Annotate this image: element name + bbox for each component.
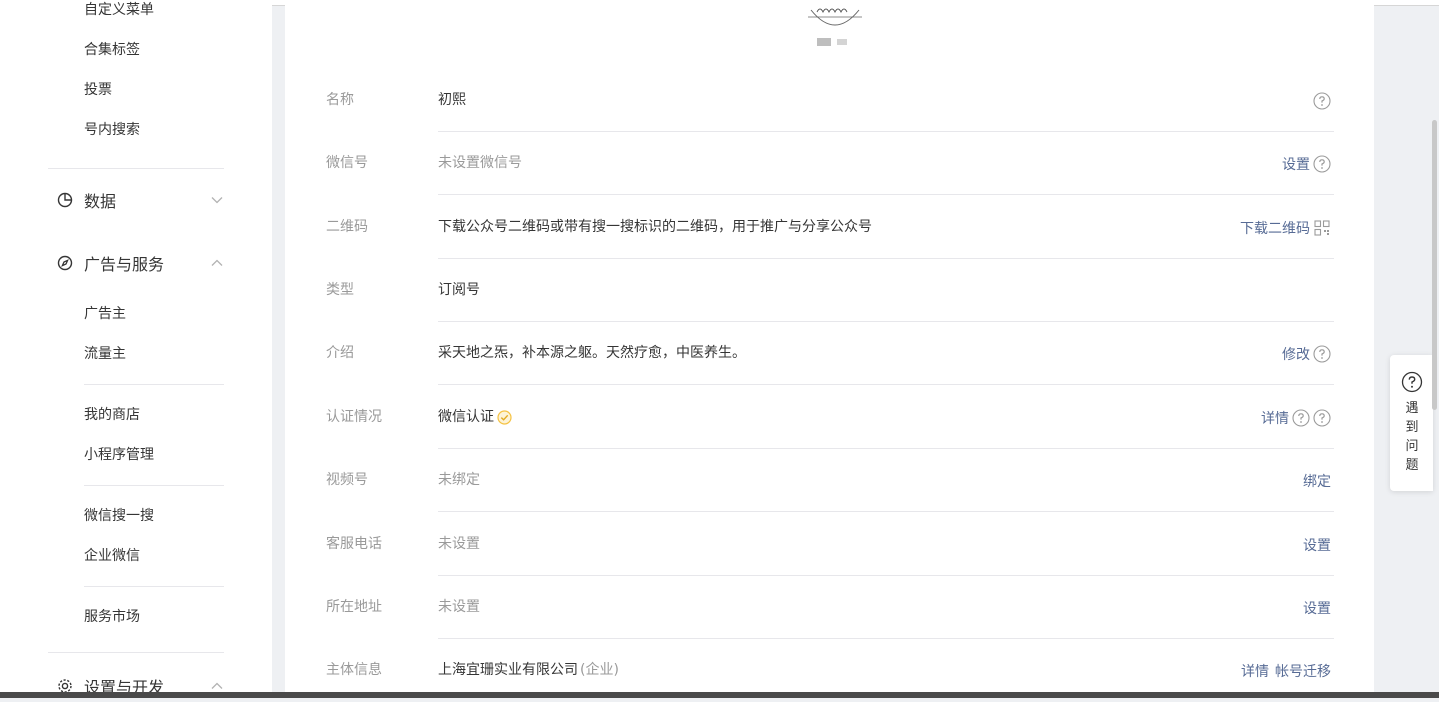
- sidebar-item-wechat-search[interactable]: 微信搜一搜: [84, 506, 154, 526]
- info-row-verification: 认证情况 微信认证 详情: [285, 386, 1374, 449]
- sidebar-divider: [48, 168, 224, 169]
- pie-chart-icon: [56, 191, 74, 209]
- sidebar-divider: [84, 586, 224, 587]
- account-logo: [805, 0, 865, 52]
- bind-channels-link[interactable]: 绑定: [1303, 471, 1331, 491]
- row-label: 介绍: [326, 345, 354, 361]
- help-widget[interactable]: 遇到问题: [1390, 355, 1433, 491]
- row-label: 微信号: [326, 155, 368, 171]
- row-value: 未设置: [438, 599, 480, 615]
- row-label: 类型: [326, 282, 354, 298]
- question-circle-icon[interactable]: [1313, 344, 1331, 363]
- sidebar-item-vote[interactable]: 投票: [84, 80, 112, 100]
- sidebar-divider: [84, 485, 224, 486]
- sidebar-item-collection-tags[interactable]: 合集标签: [84, 40, 140, 60]
- info-row-wechat-id: 微信号 未设置微信号 设置: [285, 132, 1374, 195]
- info-row-address: 所在地址 未设置 设置: [285, 576, 1374, 639]
- info-row-channels: 视频号 未绑定 绑定: [285, 449, 1374, 512]
- row-value: 订阅号: [438, 282, 480, 298]
- compass-icon: [56, 254, 74, 272]
- sidebar-divider: [48, 652, 224, 653]
- sidebar-item-my-store[interactable]: 我的商店: [84, 405, 140, 425]
- help-label: 遇到问题: [1405, 401, 1419, 473]
- sidebar-item-in-account-search[interactable]: 号内搜索: [84, 120, 140, 140]
- sidebar-item-publisher[interactable]: 流量主: [84, 344, 126, 364]
- row-label: 客服电话: [326, 536, 382, 552]
- row-value: 未设置微信号: [438, 155, 522, 171]
- info-row-name: 名称 初熙: [285, 69, 1374, 132]
- page-scrollbar[interactable]: [1432, 120, 1437, 410]
- chevron-up-icon: [210, 679, 224, 693]
- info-row-intro: 介绍 采天地之炁，补本源之躯。天然疗愈，中医养生。 修改: [285, 322, 1374, 385]
- sidebar-item-wecom[interactable]: 企业微信: [84, 546, 140, 566]
- row-value: 下载公众号二维码或带有搜一搜标识的二维码，用于推广与分享公众号: [438, 219, 872, 235]
- row-label: 所在地址: [326, 599, 382, 615]
- row-divider: [438, 511, 1334, 512]
- row-divider: [438, 384, 1334, 385]
- entity-details-link[interactable]: 详情: [1241, 661, 1269, 681]
- sidebar-divider: [84, 384, 224, 385]
- chevron-up-icon: [210, 256, 224, 270]
- sidebar-item-custom-menu[interactable]: 自定义菜单: [84, 0, 154, 20]
- row-value: 未设置: [438, 536, 480, 552]
- set-address-link[interactable]: 设置: [1303, 598, 1331, 618]
- row-value: 微信认证: [438, 409, 494, 425]
- qrcode-icon[interactable]: [1313, 219, 1331, 237]
- info-row-service-phone: 客服电话 未设置 设置: [285, 513, 1374, 576]
- sidebar-item-service-market[interactable]: 服务市场: [84, 607, 140, 627]
- verified-check-icon: [497, 410, 512, 425]
- question-circle-icon[interactable]: [1313, 408, 1331, 427]
- sidebar-group-label: 广告与服务: [84, 255, 165, 274]
- row-value: 采天地之炁，补本源之躯。天然疗愈，中医养生。: [438, 345, 746, 361]
- edit-intro-link[interactable]: 修改: [1282, 344, 1310, 364]
- info-row-qrcode: 二维码 下载公众号二维码或带有搜一搜标识的二维码，用于推广与分享公众号 下载二维…: [285, 196, 1374, 259]
- sidebar-group-label: 数据: [84, 192, 117, 211]
- question-circle-icon[interactable]: [1313, 154, 1331, 173]
- window-bottom-edge: [0, 692, 1439, 698]
- row-label: 二维码: [326, 219, 368, 235]
- row-label: 名称: [326, 92, 354, 108]
- info-row-type: 类型 订阅号: [285, 259, 1374, 322]
- row-divider: [438, 194, 1334, 195]
- sidebar-group-ads-services[interactable]: 广告与服务: [56, 251, 224, 275]
- sidebar-group-data[interactable]: 数据: [56, 188, 224, 212]
- sidebar-item-mini-program[interactable]: 小程序管理: [84, 445, 154, 465]
- row-value: 初熙: [438, 92, 466, 108]
- set-phone-link[interactable]: 设置: [1303, 535, 1331, 555]
- row-value-wrap: 微信认证: [438, 386, 512, 449]
- row-label: 认证情况: [326, 409, 382, 425]
- sidebar: 自定义菜单 合集标签 投票 号内搜索 数据 广告与服务 广告主 流量主 我的商店…: [0, 0, 272, 698]
- sidebar-item-advertiser[interactable]: 广告主: [84, 304, 126, 324]
- set-wechat-id-link[interactable]: 设置: [1282, 154, 1310, 174]
- account-migration-link[interactable]: 帐号迁移: [1275, 661, 1331, 681]
- download-qrcode-link[interactable]: 下载二维码: [1240, 218, 1310, 238]
- chevron-down-icon: [210, 193, 224, 207]
- row-label: 视频号: [326, 472, 368, 488]
- row-value: 未绑定: [438, 472, 480, 488]
- verification-details-link[interactable]: 详情: [1261, 408, 1289, 428]
- account-info-panel: 名称 初熙 微信号 未设置微信号 设置 二维码 下载公众号二维码或带有搜一搜标识…: [285, 0, 1374, 698]
- question-circle-icon[interactable]: [1292, 408, 1310, 427]
- question-circle-icon[interactable]: [1313, 91, 1331, 110]
- question-circle-icon: [1401, 371, 1423, 393]
